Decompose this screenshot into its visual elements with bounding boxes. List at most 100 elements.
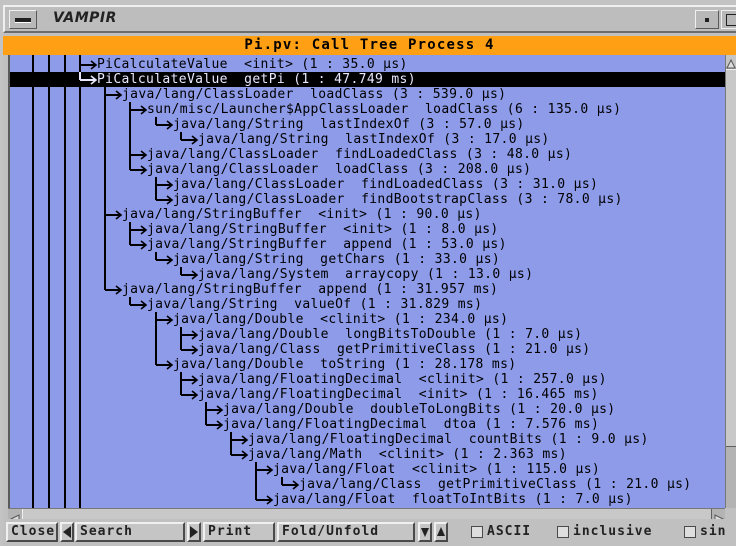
tree-row[interactable]: java/lang/StringBuffer append (1 : 31.95… <box>10 282 725 297</box>
tree-connector-arrow-icon <box>155 117 174 130</box>
tree-connector-arrow-icon <box>155 252 174 265</box>
tree-connector-arrow-icon <box>180 387 199 400</box>
tree-row[interactable]: java/lang/ClassLoader findLoadedClass (3… <box>10 177 725 192</box>
tree-row[interactable]: java/lang/String valueOf (1 : 31.829 ms) <box>10 297 725 312</box>
tree-row-label: java/lang/ClassLoader findBootstrapClass… <box>173 192 623 207</box>
tree-connector-arrow-icon <box>230 432 249 445</box>
tree-row[interactable]: java/lang/String lastIndexOf (3 : 57.0 µ… <box>10 117 725 132</box>
tree-row[interactable]: java/lang/Double doubleToLongBits (1 : 2… <box>10 402 725 417</box>
title-bar[interactable]: VAMPIR <box>3 5 736 33</box>
inclusive-checkbox[interactable] <box>557 526 569 538</box>
tree-row[interactable]: java/lang/FloatingDecimal <clinit> (1 : … <box>10 372 725 387</box>
print-button[interactable]: Print <box>203 522 275 542</box>
tree-connector-arrow-icon <box>281 477 300 490</box>
tree-connector-arrow-icon <box>180 372 199 385</box>
tree-row[interactable]: java/lang/StringBuffer <init> (1 : 90.0 … <box>10 207 725 222</box>
tree-row-label: sun/misc/Launcher$AppClassLoader loadCla… <box>147 102 622 117</box>
tree-row[interactable]: java/lang/Class getPrimitiveClass (1 : 2… <box>10 342 725 357</box>
maximize-button[interactable] <box>721 10 736 29</box>
tree-row-label: java/lang/ClassLoader findLoadedClass (3… <box>147 147 573 162</box>
horizontal-scroll-thumb[interactable] <box>22 509 712 519</box>
search-button[interactable]: Search <box>75 522 185 542</box>
tree-row[interactable]: java/lang/String lastIndexOf (3 : 17.0 µ… <box>10 132 725 147</box>
tree-connector-arrow-icon <box>255 492 274 505</box>
fold-up-button[interactable] <box>434 522 448 542</box>
window-menu-button[interactable] <box>9 10 37 29</box>
tree-row[interactable]: java/lang/StringBuffer <init> (1 : 8.0 µ… <box>10 222 725 237</box>
tree-row-label: java/lang/StringBuffer <init> (1 : 90.0 … <box>122 207 482 222</box>
tree-connector-arrow-icon <box>129 237 148 250</box>
tree-row-label: java/lang/Class getPrimitiveClass (1 : 2… <box>299 477 692 492</box>
tree-row[interactable]: java/lang/Double toString (1 : 28.178 ms… <box>10 357 725 372</box>
tree-connector-arrow-icon <box>205 417 224 430</box>
fold-down-button[interactable] <box>418 522 432 542</box>
vertical-scrollbar[interactable] <box>725 55 736 508</box>
tree-connector-arrow-icon <box>129 147 148 160</box>
tree-connector-arrow-icon <box>155 312 174 325</box>
ascii-checkbox[interactable] <box>471 526 483 538</box>
tree-row[interactable]: sun/misc/Launcher$AppClassLoader loadCla… <box>10 102 725 117</box>
tree-row[interactable]: java/lang/Math <clinit> (1 : 2.363 ms) <box>10 447 725 462</box>
scroll-right-button[interactable] <box>714 509 725 524</box>
tree-row[interactable]: java/lang/Double <clinit> (1 : 234.0 µs) <box>10 312 725 327</box>
tree-row[interactable]: java/lang/FloatingDecimal dtoa (1 : 7.57… <box>10 417 725 432</box>
tree-row[interactable]: java/lang/System arraycopy (1 : 13.0 µs) <box>10 267 725 282</box>
fold-unfold-button[interactable]: Fold/Unfold <box>277 522 415 542</box>
arrow-up-icon <box>437 527 445 536</box>
tree-connector-arrow-icon <box>180 267 199 280</box>
tree-connector-arrow-icon <box>129 102 148 115</box>
search-next-button[interactable] <box>187 522 201 542</box>
search-prev-button[interactable] <box>60 522 74 542</box>
tree-row-label: java/lang/FloatingDecimal <clinit> (1 : … <box>198 372 607 387</box>
tree-connector-arrow-icon <box>180 132 199 145</box>
minimize-button[interactable] <box>695 10 719 29</box>
tree-row[interactable]: java/lang/Double longBitsToDouble (1 : 7… <box>10 327 725 342</box>
tree-row-label: java/lang/Class getPrimitiveClass (1 : 2… <box>198 342 591 357</box>
tree-connector-arrow-icon <box>129 222 148 235</box>
close-button[interactable]: Close <box>6 522 58 542</box>
tree-row-label: java/lang/String lastIndexOf (3 : 17.0 µ… <box>198 132 550 147</box>
tree-row[interactable]: java/lang/Class getPrimitiveClass (1 : 2… <box>10 477 725 492</box>
window-title: VAMPIR <box>53 10 117 26</box>
scroll-left-button[interactable] <box>9 509 20 524</box>
tree-row-selected[interactable]: PiCalculateValue getPi (1 : 47.749 ms) <box>10 72 725 87</box>
tree-connector-arrow-icon <box>104 282 123 295</box>
tree-row[interactable]: java/lang/StringBuffer append (1 : 53.0 … <box>10 237 725 252</box>
tree-row-label: java/lang/String getChars (1 : 33.0 µs) <box>173 252 501 267</box>
scroll-up-button[interactable] <box>726 55 736 69</box>
tree-row[interactable]: PiCalculateValue <init> (1 : 35.0 µs) <box>10 57 725 72</box>
tree-row-label: java/lang/Double doubleToLongBits (1 : 2… <box>223 402 616 417</box>
tree-row-label: java/lang/StringBuffer append (1 : 31.95… <box>122 282 499 297</box>
tree-row[interactable]: java/lang/ClassLoader findBootstrapClass… <box>10 192 725 207</box>
tree-connector-arrow-icon <box>129 162 148 175</box>
tree-row[interactable]: java/lang/FloatingDecimal <init> (1 : 16… <box>10 387 725 402</box>
tree-row-label: java/lang/String valueOf (1 : 31.829 ms) <box>147 297 483 312</box>
tree-connector-arrow-icon <box>230 447 249 460</box>
tree-row[interactable]: java/lang/FloatingDecimal countBits (1 :… <box>10 432 725 447</box>
tree-row-label: java/lang/Double longBitsToDouble (1 : 7… <box>198 327 583 342</box>
sin-checkbox[interactable] <box>684 526 696 538</box>
tree-row[interactable]: java/lang/Float floatToIntBits (1 : 7.0 … <box>10 492 725 507</box>
tree-row[interactable]: java/lang/ClassLoader loadClass (3 : 539… <box>10 87 725 102</box>
call-tree-view[interactable]: PiCalculateValue <init> (1 : 35.0 µs) PiC… <box>8 55 725 508</box>
tree-connector-arrow-icon <box>79 57 98 70</box>
tree-row[interactable]: java/lang/Float <clinit> (1 : 115.0 µs) <box>10 462 725 477</box>
tree-connector-arrow-icon <box>79 72 98 85</box>
tree-connector-arrow-icon <box>129 297 148 310</box>
tree-row-label: PiCalculateValue <init> (1 : 35.0 µs) <box>97 57 408 72</box>
tree-row[interactable]: java/lang/ClassLoader loadClass (3 : 208… <box>10 162 725 177</box>
tree-connector-arrow-icon <box>180 342 199 355</box>
tree-row-label: java/lang/Double <clinit> (1 : 234.0 µs) <box>173 312 509 327</box>
tree-row-label: java/lang/Float <clinit> (1 : 115.0 µs) <box>273 462 601 477</box>
vampir-window: VAMPIR Pi.pv: Call Tree Process 4 PiCalc… <box>0 0 736 546</box>
tree-connector-arrow-icon <box>205 402 224 415</box>
arrow-down-icon <box>421 528 429 537</box>
tree-row-label: java/lang/Math <clinit> (1 : 2.363 ms) <box>248 447 567 462</box>
tree-row[interactable]: java/lang/String getChars (1 : 33.0 µs) <box>10 252 725 267</box>
tree-row[interactable]: java/lang/ClassLoader findLoadedClass (3… <box>10 147 725 162</box>
tree-header: Pi.pv: Call Tree Process 4 <box>3 36 736 55</box>
tree-connector-arrow-icon <box>180 327 199 340</box>
vertical-scroll-thumb[interactable] <box>726 69 736 447</box>
ascii-label: ASCII <box>487 524 532 539</box>
tree-row-label: java/lang/String lastIndexOf (3 : 57.0 µ… <box>173 117 525 132</box>
